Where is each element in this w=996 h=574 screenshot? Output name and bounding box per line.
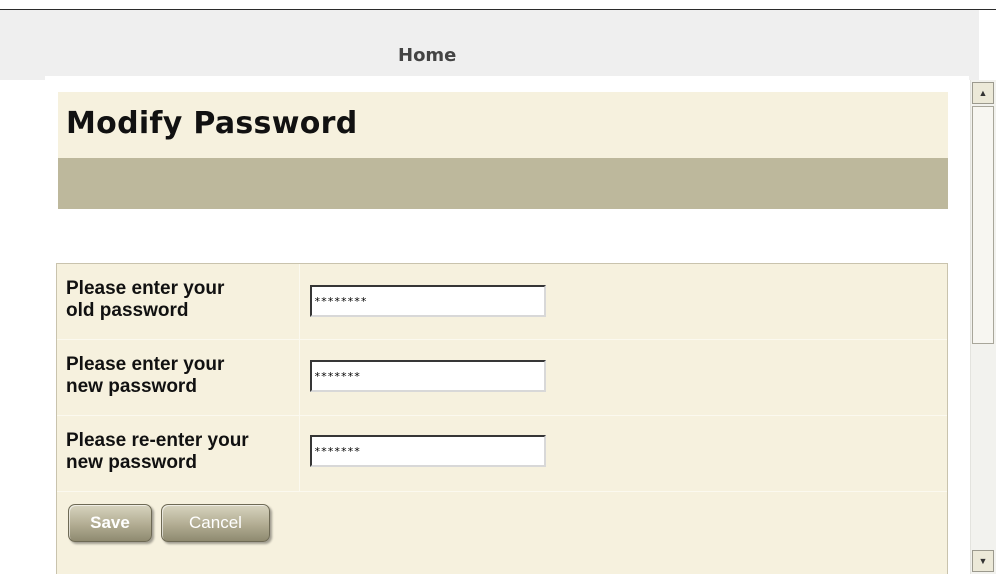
label-cell: Please re-enter your new password — [57, 416, 300, 491]
new-password-input[interactable] — [310, 360, 546, 392]
arrow-up-icon[interactable]: ▲ — [972, 82, 994, 104]
vertical-scrollbar[interactable]: ▲ ▼ — [970, 80, 996, 574]
new-password-label: Please enter your new password — [66, 354, 225, 397]
home-link[interactable]: Home — [398, 45, 456, 66]
section-bar — [58, 158, 948, 209]
confirm-password-input[interactable] — [310, 435, 546, 467]
header-band — [0, 10, 979, 80]
arrow-down-icon[interactable]: ▼ — [972, 550, 994, 572]
label-cell: Please enter your old password — [57, 264, 300, 339]
label-cell: Please enter your new password — [57, 340, 300, 415]
title-band: Modify Password — [58, 92, 948, 158]
password-form: Please enter your old password Please en… — [56, 263, 948, 574]
confirm-password-label: Please re-enter your new password — [66, 430, 249, 473]
content-frame: Modify Password Please enter your old pa… — [45, 76, 969, 574]
scrollbar-thumb[interactable] — [972, 106, 994, 344]
save-button[interactable]: Save — [68, 504, 152, 542]
old-password-label: Please enter your old password — [66, 278, 225, 321]
cancel-button[interactable]: Cancel — [161, 504, 270, 542]
form-row-confirm-password: Please re-enter your new password — [57, 416, 947, 492]
form-row-new-password: Please enter your new password — [57, 340, 947, 416]
form-row-old-password: Please enter your old password — [57, 264, 947, 340]
old-password-input[interactable] — [310, 285, 546, 317]
page-title: Modify Password — [66, 106, 358, 141]
